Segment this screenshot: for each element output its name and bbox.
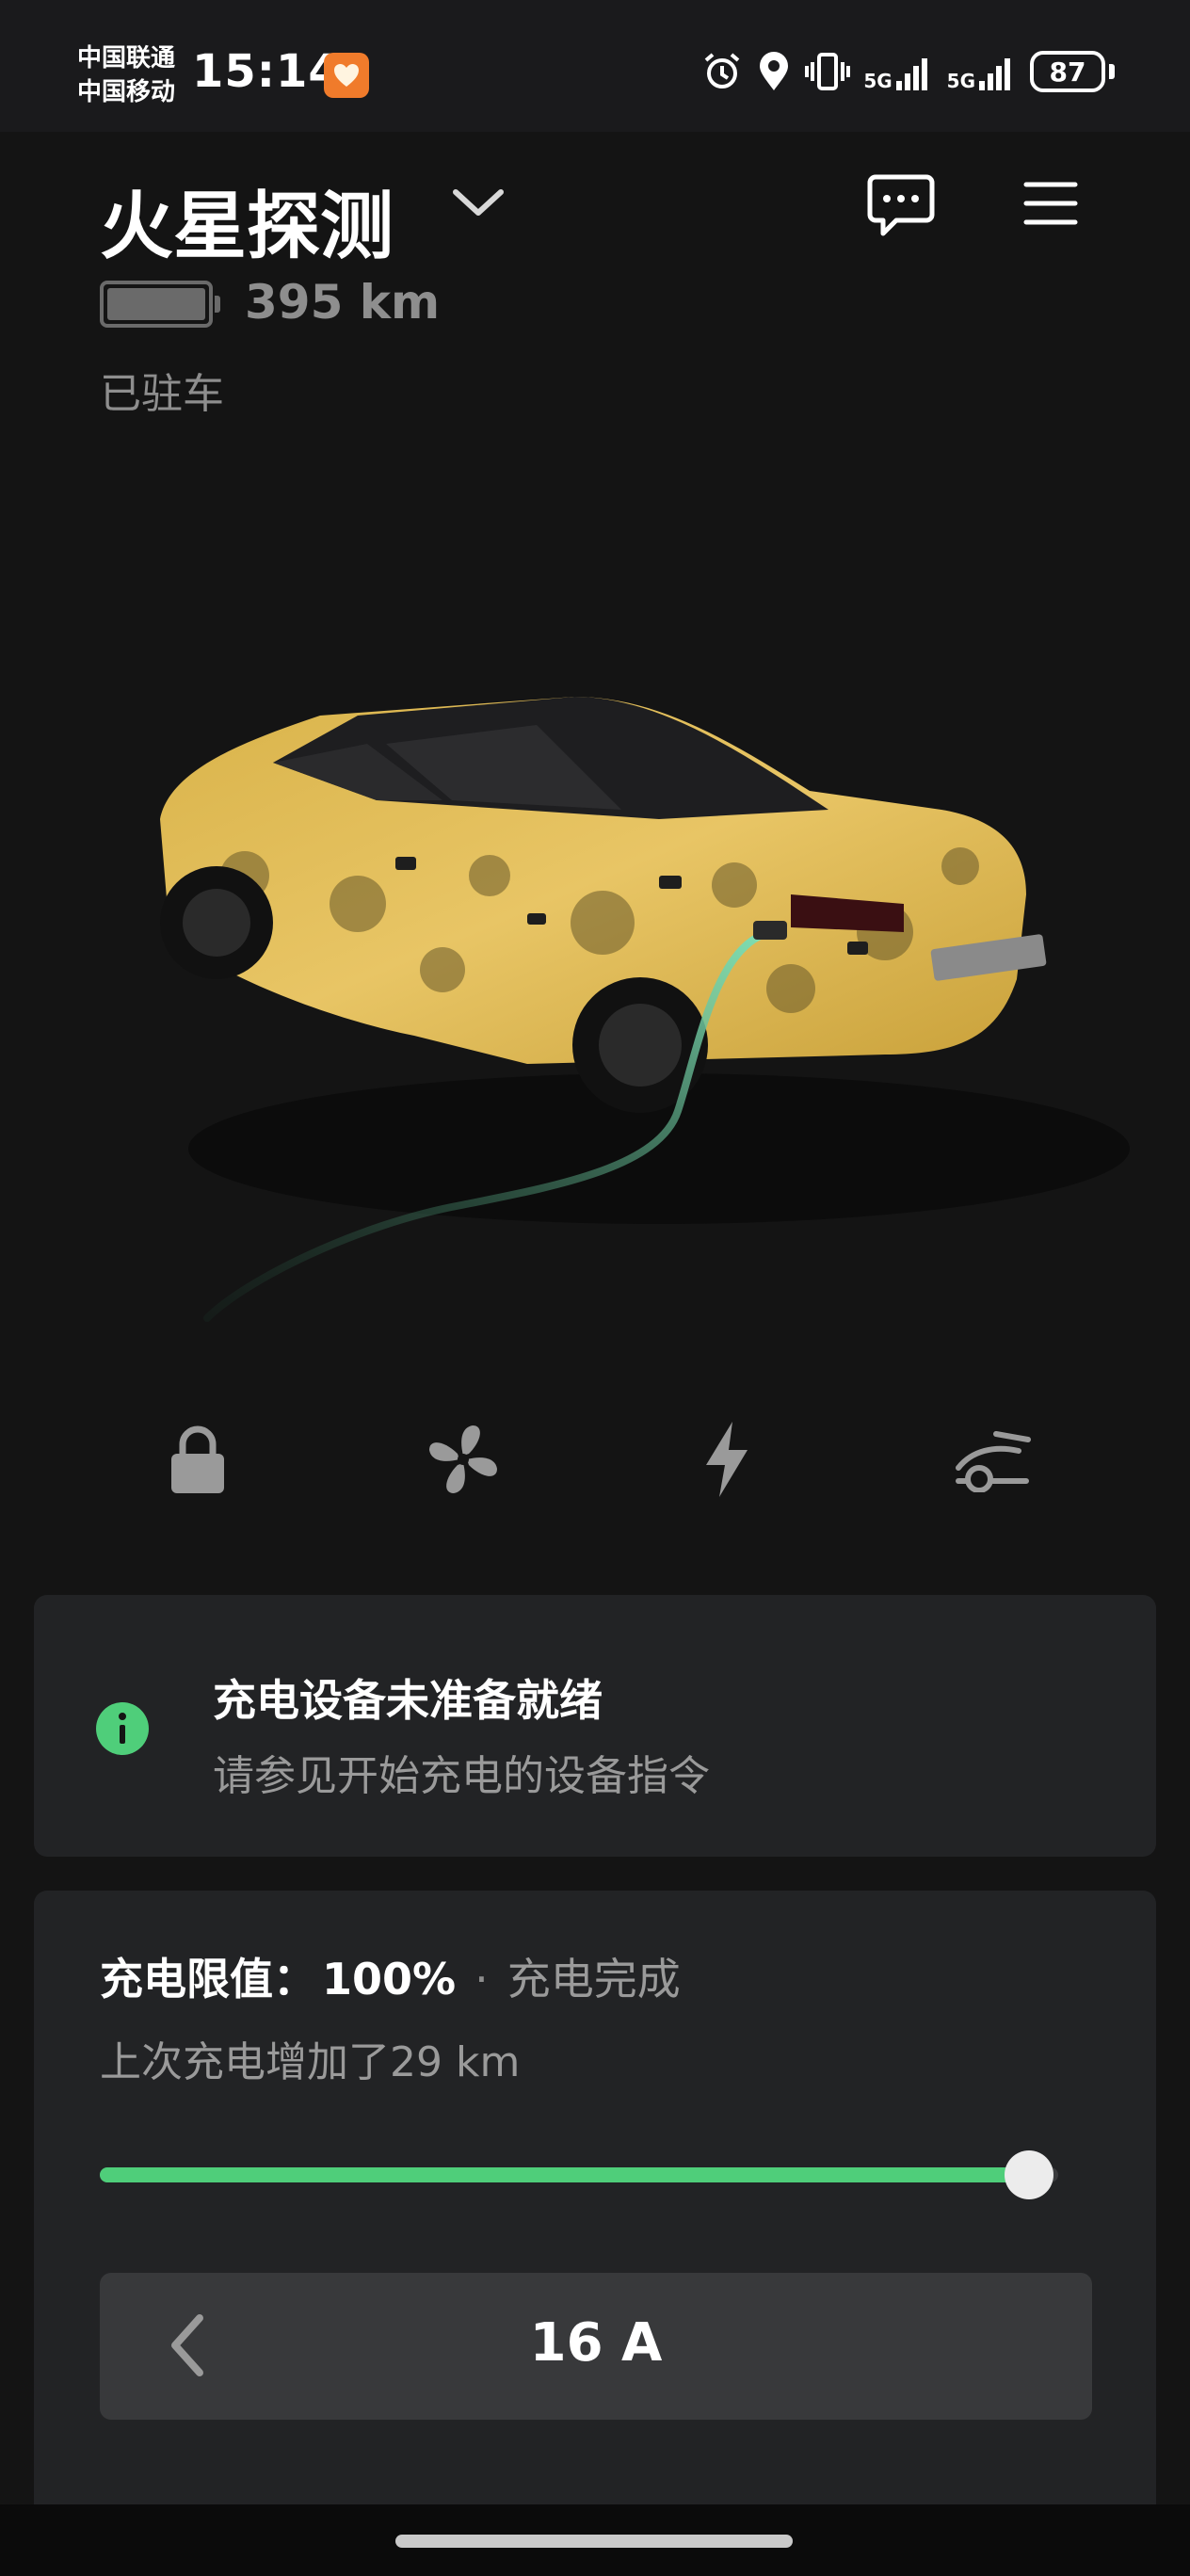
last-charge-added: 上次充电增加了29 km bbox=[100, 2038, 521, 2086]
message-icon[interactable] bbox=[866, 173, 936, 243]
separator-dot: · bbox=[474, 1954, 489, 2004]
charge-status: 充电完成 bbox=[507, 1954, 681, 2004]
alarm-icon bbox=[701, 51, 743, 92]
alert-title: 充电设备未准备就绪 bbox=[213, 1675, 603, 1726]
quick-controls bbox=[0, 1412, 1190, 1506]
alert-subtitle: 请参见开始充电的设备指令 bbox=[213, 1752, 710, 1800]
charge-limit-slider[interactable] bbox=[100, 2167, 1058, 2182]
carrier-labels: 中国联通 中国移动 bbox=[77, 41, 175, 109]
charge-current-value: 16 A bbox=[529, 2312, 663, 2374]
trunk-icon[interactable] bbox=[945, 1412, 1039, 1506]
charging-alert-card[interactable]: 充电设备未准备就绪 请参见开始充电的设备指令 bbox=[34, 1595, 1156, 1857]
charge-limit-label: 充电限值： bbox=[100, 1954, 316, 2004]
fan-icon[interactable] bbox=[416, 1412, 510, 1506]
vehicle-state: 已驻车 bbox=[100, 370, 224, 418]
range-battery-icon bbox=[100, 281, 213, 328]
carrier-1: 中国联通 bbox=[77, 44, 176, 72]
chevron-down-icon[interactable] bbox=[450, 185, 507, 226]
network-type-2: 5G bbox=[946, 70, 975, 92]
slider-thumb[interactable] bbox=[1005, 2150, 1054, 2199]
vibrate-icon bbox=[805, 51, 851, 92]
menu-icon[interactable] bbox=[1022, 179, 1079, 232]
lock-icon[interactable] bbox=[151, 1412, 245, 1506]
range-value: 395 km bbox=[245, 275, 441, 330]
navigation-bar bbox=[0, 2504, 1190, 2576]
home-indicator[interactable] bbox=[395, 2535, 793, 2548]
status-time: 15:14 bbox=[192, 45, 341, 98]
signal-icon: 5G bbox=[863, 51, 933, 92]
location-icon bbox=[756, 51, 792, 92]
charge-limit-value: 100% bbox=[322, 1954, 457, 2004]
lightning-icon[interactable] bbox=[680, 1412, 774, 1506]
battery-icon: 87 bbox=[1030, 51, 1115, 92]
signal-icon-2: 5G bbox=[947, 51, 1017, 92]
charging-card: 充电限值： 100% · 充电完成 上次充电增加了29 km 16 A bbox=[34, 1891, 1156, 2568]
info-icon bbox=[96, 1702, 149, 1759]
car-image[interactable] bbox=[132, 659, 1130, 1337]
slider-fill bbox=[100, 2167, 1030, 2182]
network-type-1: 5G bbox=[863, 70, 892, 92]
charge-current-control: 16 A bbox=[100, 2273, 1092, 2420]
range-battery-tip bbox=[215, 296, 220, 313]
battery-level: 87 bbox=[1030, 51, 1105, 92]
status-bar: 中国联通 中国移动 15:14 5G 5G 87 bbox=[0, 0, 1190, 132]
charge-limit-line: 充电限值： 100% · 充电完成 bbox=[100, 1945, 681, 2007]
app-badge-icon bbox=[324, 53, 369, 98]
carrier-2: 中国移动 bbox=[77, 78, 176, 106]
vehicle-name[interactable]: 火星探测 bbox=[100, 168, 394, 273]
status-icons: 5G 5G 87 bbox=[701, 51, 1115, 92]
